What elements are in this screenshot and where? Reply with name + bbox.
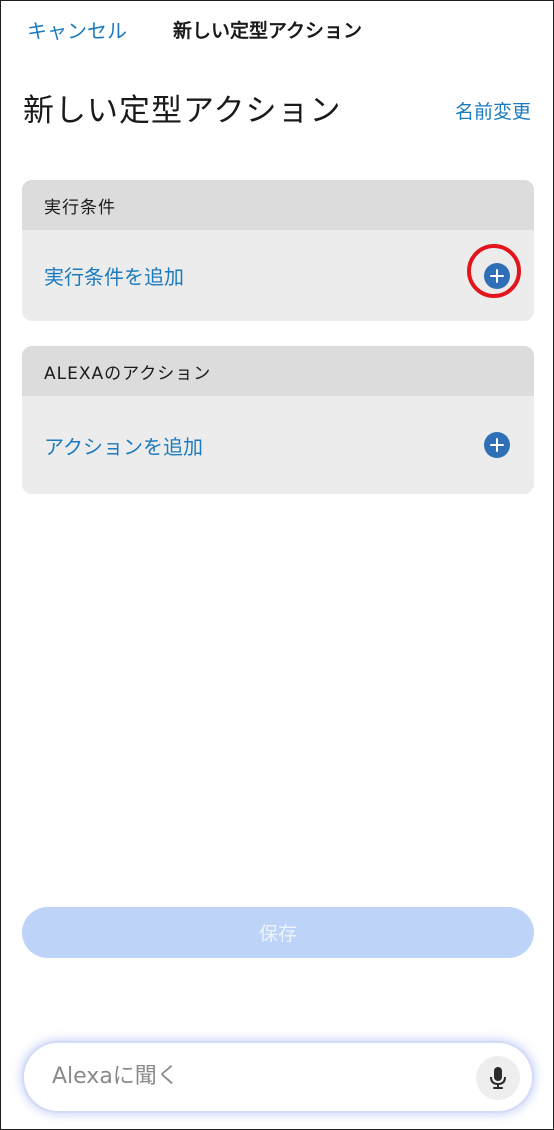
trigger-section-header: 実行条件	[22, 180, 534, 230]
microphone-button[interactable]	[476, 1056, 520, 1100]
add-action-label: アクションを追加	[44, 434, 203, 459]
rename-button[interactable]: 名前変更	[455, 95, 531, 129]
action-card: ALEXAのアクション アクションを追加	[22, 346, 534, 494]
action-section-header: ALEXAのアクション	[22, 346, 534, 396]
alexa-ask-bar[interactable]: Alexaに聞く	[24, 1043, 532, 1111]
add-action-row[interactable]: アクションを追加	[22, 396, 534, 494]
plus-circle-icon[interactable]	[484, 432, 510, 458]
ask-placeholder: Alexaに聞く	[52, 1064, 179, 1089]
highlight-circle	[467, 244, 521, 298]
screen-frame: キャンセル 新しい定型アクション 新しい定型アクション 名前変更 実行条件 実行…	[0, 0, 554, 1130]
add-trigger-label: 実行条件を追加	[44, 265, 184, 289]
trigger-card: 実行条件 実行条件を追加	[22, 180, 534, 321]
save-button[interactable]: 保存	[22, 907, 534, 958]
cancel-button[interactable]: キャンセル	[27, 15, 127, 47]
add-trigger-row[interactable]: 実行条件を追加	[22, 230, 534, 321]
microphone-icon	[490, 1067, 506, 1089]
page-title: 新しい定型アクション	[23, 93, 342, 129]
nav-title: 新しい定型アクション	[173, 20, 363, 42]
